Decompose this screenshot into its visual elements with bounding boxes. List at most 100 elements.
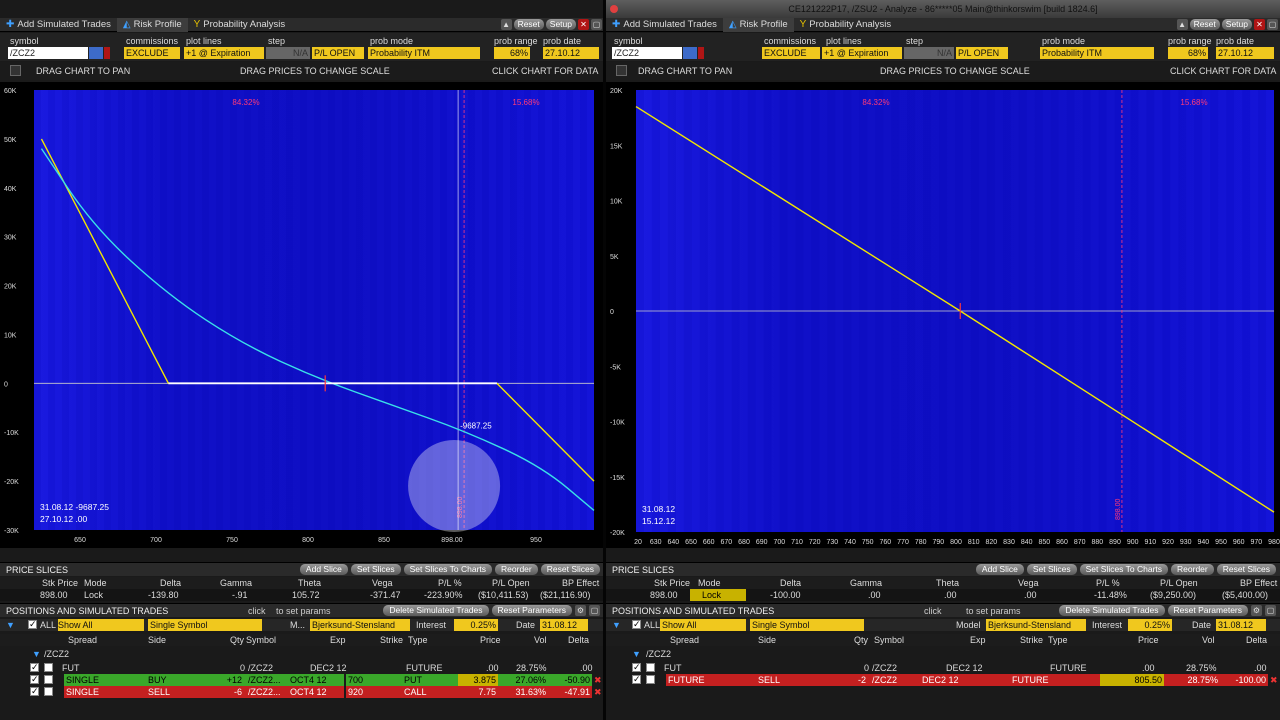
- commissions-select[interactable]: EXCLUDE: [762, 47, 820, 59]
- maximize-icon[interactable]: ▢: [591, 19, 602, 30]
- price-slice-row[interactable]: 898.00 Lock -139.80 -.91 105.72 -371.47 …: [0, 589, 604, 601]
- all-checkbox[interactable]: [632, 618, 641, 630]
- row-checkbox[interactable]: [632, 673, 641, 685]
- link-color-icon[interactable]: [698, 47, 704, 59]
- symbol-input[interactable]: /ZCZ2: [612, 47, 682, 59]
- slice-mode[interactable]: Lock: [84, 589, 103, 601]
- group-collapse-icon[interactable]: ▼: [32, 648, 41, 660]
- gear-icon[interactable]: ▲: [1176, 19, 1188, 30]
- price-slice-row[interactable]: 898.00 Lock -100.00 .00 .00 .00 -11.48% …: [606, 589, 1280, 601]
- prob-range-input[interactable]: 68%: [494, 47, 530, 59]
- position-group[interactable]: ▼ /ZCZ2: [606, 648, 1280, 660]
- single-symbol-select[interactable]: Single Symbol: [148, 619, 262, 631]
- set-slices-to-charts-button[interactable]: Set Slices To Charts: [1079, 564, 1169, 575]
- tab-add-simulated-trades[interactable]: ✚ Add Simulated Trades: [606, 18, 723, 32]
- cell-exp[interactable]: OCT4 12: [288, 686, 344, 698]
- table-row[interactable]: SINGLE BUY +12 /ZCZ2... OCT4 12 700 PUT …: [0, 673, 604, 686]
- reset-button[interactable]: Reset: [513, 19, 544, 30]
- row-checkbox[interactable]: [30, 661, 39, 673]
- add-slice-button[interactable]: Add Slice: [975, 564, 1024, 575]
- reset-button[interactable]: Reset: [1189, 19, 1220, 30]
- row-checkbox[interactable]: [646, 663, 655, 672]
- cell-qty[interactable]: +12: [198, 674, 246, 686]
- window-titlebar[interactable]: CE121222P17, /ZSU2 - Analyze - 86*****05…: [606, 0, 1280, 18]
- remove-row-icon[interactable]: ✖: [592, 686, 602, 698]
- cell-side[interactable]: SELL: [146, 686, 198, 698]
- reset-parameters-button[interactable]: Reset Parameters: [491, 605, 572, 616]
- prob-date-input[interactable]: 27.10.12: [543, 47, 599, 59]
- chart-menu-icon[interactable]: [616, 65, 627, 76]
- interest-input[interactable]: 0.25%: [454, 619, 498, 631]
- cell-exp[interactable]: DEC2 12: [920, 674, 1010, 686]
- set-slices-button[interactable]: Set Slices: [350, 564, 401, 575]
- pl-open-select[interactable]: P/L OPEN: [956, 47, 1008, 59]
- prob-mode-select[interactable]: Probability ITM: [368, 47, 480, 59]
- pl-open-select[interactable]: P/L OPEN: [312, 47, 364, 59]
- risk-profile-chart[interactable]: 60K 50K 40K 30K 20K 10K 0 -10K -20K -30K 650 700 750…: [0, 82, 604, 548]
- settings-icon[interactable]: ⚙: [1251, 605, 1262, 616]
- link-color-icon[interactable]: [104, 47, 110, 59]
- cell-spread[interactable]: SINGLE: [64, 686, 146, 698]
- cell-price[interactable]: 805.50: [1100, 674, 1164, 686]
- step-input[interactable]: N/A: [904, 47, 954, 59]
- show-all-select[interactable]: Show All: [660, 619, 746, 631]
- interest-input[interactable]: 0.25%: [1128, 619, 1172, 631]
- risk-profile-chart[interactable]: 20K 15K 10K 5K 0 -5K -10K -15K -20K 20 630 640 650 66…: [606, 82, 1280, 548]
- slice-stk-price[interactable]: 898.00: [650, 589, 678, 601]
- tab-risk-profile[interactable]: ◭ Risk Profile: [722, 17, 794, 32]
- cell-spread[interactable]: FUTURE: [666, 674, 756, 686]
- tab-probability-analysis[interactable]: Y Probability Analysis: [188, 18, 292, 32]
- all-checkbox[interactable]: [28, 618, 37, 630]
- cell-qty[interactable]: -2: [816, 674, 870, 686]
- remove-row-icon[interactable]: ✖: [592, 674, 602, 686]
- reorder-button[interactable]: Reorder: [495, 564, 538, 575]
- prob-mode-select[interactable]: Probability ITM: [1040, 47, 1154, 59]
- collapse-icon[interactable]: ▼: [6, 619, 15, 631]
- settings-icon[interactable]: ⚙: [575, 605, 586, 616]
- setup-button[interactable]: Setup: [545, 19, 576, 30]
- position-group[interactable]: ▼ /ZCZ2: [0, 648, 604, 660]
- cell-spread[interactable]: SINGLE: [64, 674, 146, 686]
- symbol-dropdown-icon[interactable]: [89, 47, 103, 59]
- cell-exp[interactable]: OCT4 12: [288, 674, 344, 686]
- window-close-icon[interactable]: [610, 5, 618, 13]
- model-select[interactable]: Bjerksund-Stensland: [986, 619, 1086, 631]
- cell-strike[interactable]: 700: [346, 674, 402, 686]
- symbol-input[interactable]: /ZCZ2: [8, 47, 88, 59]
- reset-parameters-button[interactable]: Reset Parameters: [1167, 605, 1248, 616]
- date-input[interactable]: 31.08.12: [540, 619, 588, 631]
- row-checkbox[interactable]: [30, 685, 39, 697]
- tab-probability-analysis[interactable]: Y Probability Analysis: [794, 18, 898, 32]
- gear-icon[interactable]: ▲: [500, 19, 512, 30]
- reset-slices-button[interactable]: Reset Slices: [1216, 564, 1276, 575]
- chart-menu-icon[interactable]: [10, 65, 21, 76]
- table-row[interactable]: SINGLE SELL -6 /ZCZ2... OCT4 12 920 CALL…: [0, 685, 604, 698]
- slice-mode[interactable]: Lock: [690, 589, 746, 601]
- maximize-icon[interactable]: ▢: [1265, 605, 1276, 616]
- risk-profile-svg[interactable]: 60K 50K 40K 30K 20K 10K 0 -10K -20K -30K 650 700 750…: [0, 82, 604, 548]
- setup-button[interactable]: Setup: [1221, 19, 1252, 30]
- cell-vol[interactable]: 27.06%: [498, 674, 548, 686]
- commissions-select[interactable]: EXCLUDE: [124, 47, 180, 59]
- cell-qty[interactable]: -6: [198, 686, 246, 698]
- maximize-icon[interactable]: ▢: [589, 605, 600, 616]
- prob-range-input[interactable]: 68%: [1168, 47, 1208, 59]
- step-input[interactable]: N/A: [266, 47, 310, 59]
- prob-date-input[interactable]: 27.10.12: [1216, 47, 1274, 59]
- cell-type[interactable]: PUT: [402, 674, 458, 686]
- table-row[interactable]: FUT 0 /ZCZ2 DEC2 12 FUTURE .00 28.75% .0…: [606, 661, 1280, 674]
- row-checkbox[interactable]: [30, 673, 39, 685]
- cell-price[interactable]: 3.875: [458, 674, 498, 686]
- group-collapse-icon[interactable]: ▼: [632, 648, 641, 660]
- remove-row-icon[interactable]: ✖: [1268, 674, 1278, 686]
- row-checkbox[interactable]: [632, 661, 641, 673]
- single-symbol-select[interactable]: Single Symbol: [750, 619, 864, 631]
- row-checkbox[interactable]: [646, 675, 655, 684]
- close-icon[interactable]: ✕: [1254, 19, 1265, 30]
- cell-vol[interactable]: 31.63%: [498, 686, 548, 698]
- cell-vol[interactable]: 28.75%: [1164, 674, 1220, 686]
- date-input[interactable]: 31.08.12: [1216, 619, 1266, 631]
- risk-profile-svg[interactable]: 20K 15K 10K 5K 0 -5K -10K -15K -20K 20 630 640 650 66…: [606, 82, 1280, 548]
- close-icon[interactable]: ✕: [578, 19, 589, 30]
- table-row[interactable]: FUT 0 /ZCZ2 DEC2 12 FUTURE .00 28.75% .0…: [0, 661, 604, 674]
